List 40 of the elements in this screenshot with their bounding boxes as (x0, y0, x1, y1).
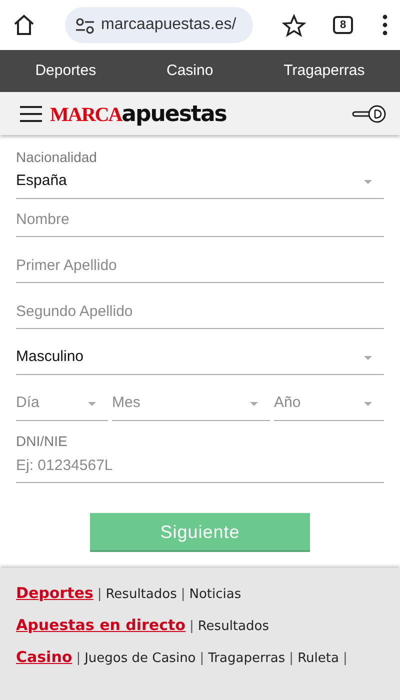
caret-icon (364, 180, 372, 184)
select-field[interactable]: España (16, 165, 384, 199)
footer-link[interactable]: Tragaperras (208, 649, 286, 668)
field-label: Nacionalidad (16, 149, 98, 165)
more-menu-icon[interactable] (382, 14, 388, 36)
menu-icon[interactable] (20, 104, 42, 122)
site-settings-icon[interactable] (75, 16, 93, 34)
tab-count-button[interactable]: 8 (333, 16, 353, 34)
key-icon[interactable] (352, 104, 386, 122)
separator: | (289, 650, 294, 668)
input-field[interactable]: Segundo Apellido (16, 295, 384, 329)
star-icon[interactable] (282, 14, 304, 36)
footer-link[interactable]: Apuestas en directo (16, 614, 186, 636)
footer-link[interactable]: Juegos de Casino (84, 649, 196, 668)
separator: | (342, 650, 348, 668)
caret-icon (364, 356, 372, 360)
footer-link[interactable]: Resultados (198, 617, 269, 636)
nav-link[interactable]: Tragaperras (284, 60, 365, 82)
separator: | (189, 618, 194, 636)
caret-icon (88, 402, 96, 406)
caret-icon (250, 402, 258, 406)
nav-link[interactable]: Deportes (35, 60, 96, 82)
input-field[interactable]: Nombre (16, 203, 384, 237)
separator: | (76, 650, 81, 668)
input-field[interactable]: Primer Apellido (16, 249, 384, 283)
footer-link[interactable]: Resultados (106, 585, 177, 604)
caret-icon (364, 402, 372, 406)
nav-link[interactable]: Casino (166, 60, 214, 82)
footer-link[interactable]: Deportes (16, 582, 94, 604)
field-label: DNI/NIE (16, 433, 68, 449)
select-field[interactable]: Masculino (16, 341, 384, 375)
footer-link[interactable]: Noticias (189, 585, 242, 604)
footer-link[interactable]: Casino (16, 646, 72, 668)
separator: | (180, 586, 186, 604)
home-icon[interactable] (12, 13, 36, 37)
footer-link[interactable]: Ruleta (298, 649, 339, 668)
separator: | (200, 650, 204, 668)
url-bar[interactable]: marcaapuestas.es/ (65, 7, 253, 43)
input-field[interactable]: Ej: 01234567L (16, 449, 384, 483)
separator: | (97, 586, 102, 604)
